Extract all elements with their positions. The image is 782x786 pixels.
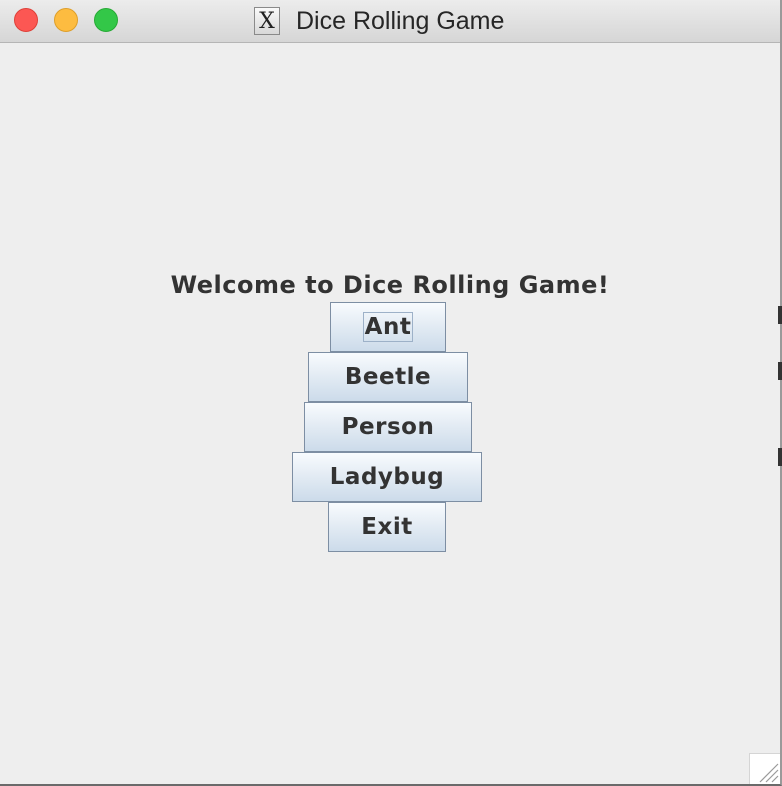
ladybug-button[interactable]: Ladybug [292, 452, 482, 502]
window-title-group: X Dice Rolling Game [254, 6, 504, 36]
ant-button[interactable]: Ant [330, 302, 446, 352]
app-window: X Dice Rolling Game Welcome to Dice Roll… [0, 0, 782, 786]
welcome-label: Welcome to Dice Rolling Game! [170, 271, 610, 299]
resize-grip-icon[interactable] [749, 753, 780, 784]
minimize-icon[interactable] [54, 8, 78, 32]
background-window-edge [778, 362, 782, 380]
person-button-label: Person [341, 414, 435, 440]
window-title: Dice Rolling Game [296, 6, 505, 35]
background-window-edge [778, 306, 782, 324]
background-window-edge [778, 448, 782, 466]
main-panel: Welcome to Dice Rolling Game! Ant Beetle… [0, 43, 780, 784]
ant-button-label: Ant [362, 312, 414, 342]
beetle-button-label: Beetle [344, 364, 432, 390]
exit-button[interactable]: Exit [328, 502, 446, 552]
ladybug-button-label: Ladybug [329, 464, 445, 490]
exit-button-label: Exit [361, 514, 413, 540]
person-button[interactable]: Person [304, 402, 472, 452]
zoom-icon[interactable] [94, 8, 118, 32]
x11-app-icon: X [254, 7, 280, 35]
beetle-button[interactable]: Beetle [308, 352, 468, 402]
close-icon[interactable] [14, 8, 38, 32]
title-bar[interactable]: X Dice Rolling Game [0, 0, 780, 43]
